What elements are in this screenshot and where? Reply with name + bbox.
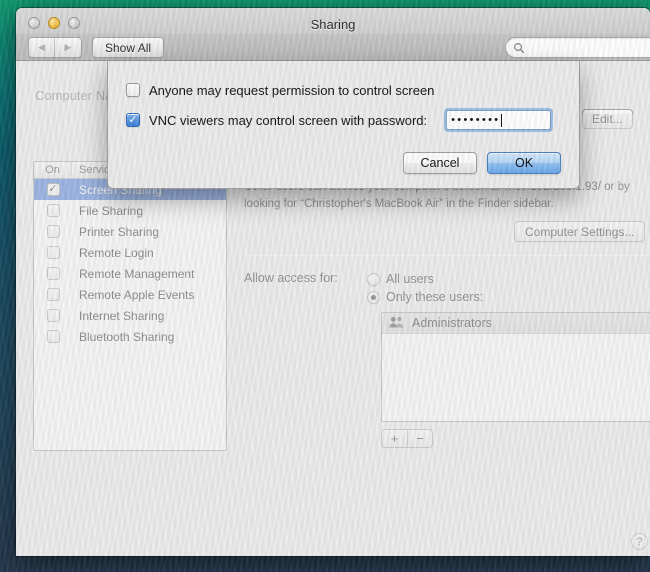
radio-only-these-users[interactable]: Only these users: [367, 288, 640, 306]
sharing-preferences-window: Sharing ◀ ▶ Show All Computer Name: [16, 8, 650, 556]
window-title: Sharing [16, 17, 650, 32]
service-row[interactable]: Printer Sharing [34, 221, 226, 242]
service-enable-cell [34, 309, 72, 322]
service-row[interactable]: Remote Apple Events [34, 284, 226, 305]
show-all-button[interactable]: Show All [92, 37, 164, 58]
radio-all-users[interactable]: All users [367, 270, 640, 288]
vnc-viewers-label: VNC viewers may control screen with pass… [149, 113, 427, 128]
section-divider [244, 255, 650, 256]
service-checkbox[interactable] [47, 267, 60, 280]
vnc-password-input[interactable]: •••••••• [446, 110, 551, 130]
search-field[interactable] [505, 37, 650, 58]
user-list-item[interactable]: Administrators [382, 313, 650, 334]
back-arrow-icon[interactable]: ◀ [29, 38, 55, 57]
forward-arrow-icon[interactable]: ▶ [55, 38, 81, 57]
service-name: Remote Management [72, 267, 194, 281]
desktop-background: Sharing ◀ ▶ Show All Computer Name: [0, 0, 650, 572]
vnc-password-value: •••••••• [451, 115, 500, 126]
service-checkbox[interactable] [47, 288, 60, 301]
group-users-icon [389, 316, 404, 331]
service-enable-cell [34, 288, 72, 301]
service-name: Remote Apple Events [72, 288, 194, 302]
service-row[interactable]: Remote Login [34, 242, 226, 263]
allow-access-label: Allow access for: [244, 271, 338, 285]
radio-only-these-users-label: Only these users: [386, 290, 483, 304]
radio-all-users-control[interactable] [367, 273, 380, 286]
service-name: Remote Login [72, 246, 154, 260]
service-name: Bluetooth Sharing [72, 330, 174, 344]
service-checkbox[interactable] [47, 204, 60, 217]
add-user-button[interactable]: + [381, 429, 407, 448]
service-checkbox[interactable] [47, 246, 60, 259]
anyone-request-permission-row[interactable]: Anyone may request permission to control… [126, 79, 561, 101]
service-name: Internet Sharing [72, 309, 164, 323]
service-row[interactable]: Bluetooth Sharing [34, 326, 226, 347]
service-enable-cell [34, 246, 72, 259]
cancel-button[interactable]: Cancel [403, 152, 477, 174]
user-list-controls: + − [381, 429, 640, 448]
service-checkbox[interactable] [47, 309, 60, 322]
window-titlebar: Sharing ◀ ▶ Show All [16, 8, 650, 61]
preferences-content: Computer Name: Christopher's MacBook Air… [16, 61, 650, 556]
column-header-on: On [34, 162, 72, 178]
service-detail-pane: Screen Sharing: On Other users can acces… [244, 157, 640, 448]
computer-settings-button[interactable]: Computer Settings... [514, 221, 645, 242]
help-button[interactable]: ? [631, 533, 648, 550]
text-cursor [501, 114, 502, 127]
radio-selected-dot [371, 295, 376, 300]
service-enable-cell [34, 330, 72, 343]
ok-button[interactable]: OK [487, 152, 561, 174]
service-enable-cell [34, 225, 72, 238]
access-section: Allow access for: All users Only these u… [244, 270, 640, 448]
radio-only-these-users-control[interactable] [367, 291, 380, 304]
anyone-request-permission-checkbox[interactable] [126, 83, 140, 97]
vnc-viewers-checkbox[interactable]: ✓ [126, 113, 140, 127]
service-row[interactable]: Remote Management [34, 263, 226, 284]
service-checkbox[interactable] [47, 330, 60, 343]
service-name: Printer Sharing [72, 225, 159, 239]
service-checkbox[interactable]: ✓ [47, 183, 60, 196]
services-list[interactable]: On Service ✓Screen SharingFile SharingPr… [33, 161, 227, 451]
vnc-password-row[interactable]: ✓ VNC viewers may control screen with pa… [126, 109, 561, 131]
screen-sharing-settings-sheet: Anyone may request permission to control… [107, 61, 580, 189]
navigation-segmented-control[interactable]: ◀ ▶ [28, 37, 82, 58]
checkmark-icon: ✓ [128, 115, 137, 126]
radio-all-users-label: All users [386, 272, 434, 286]
service-enable-cell [34, 267, 72, 280]
checkmark-icon: ✓ [48, 184, 57, 195]
anyone-request-permission-label: Anyone may request permission to control… [149, 83, 434, 98]
service-checkbox[interactable] [47, 225, 60, 238]
edit-hostname-button[interactable]: Edit... [582, 109, 633, 129]
search-input[interactable] [529, 41, 650, 55]
sheet-button-row: Cancel OK [126, 152, 561, 174]
service-name: File Sharing [72, 204, 143, 218]
allowed-users-list[interactable]: Administrators [381, 312, 650, 422]
user-list-item-label: Administrators [412, 316, 492, 330]
remove-user-button[interactable]: − [407, 429, 433, 448]
service-enable-cell [34, 204, 72, 217]
search-icon [513, 42, 525, 54]
service-row[interactable]: File Sharing [34, 200, 226, 221]
service-row[interactable]: Internet Sharing [34, 305, 226, 326]
toolbar: ◀ ▶ Show All [28, 37, 164, 58]
service-enable-cell: ✓ [34, 183, 72, 196]
